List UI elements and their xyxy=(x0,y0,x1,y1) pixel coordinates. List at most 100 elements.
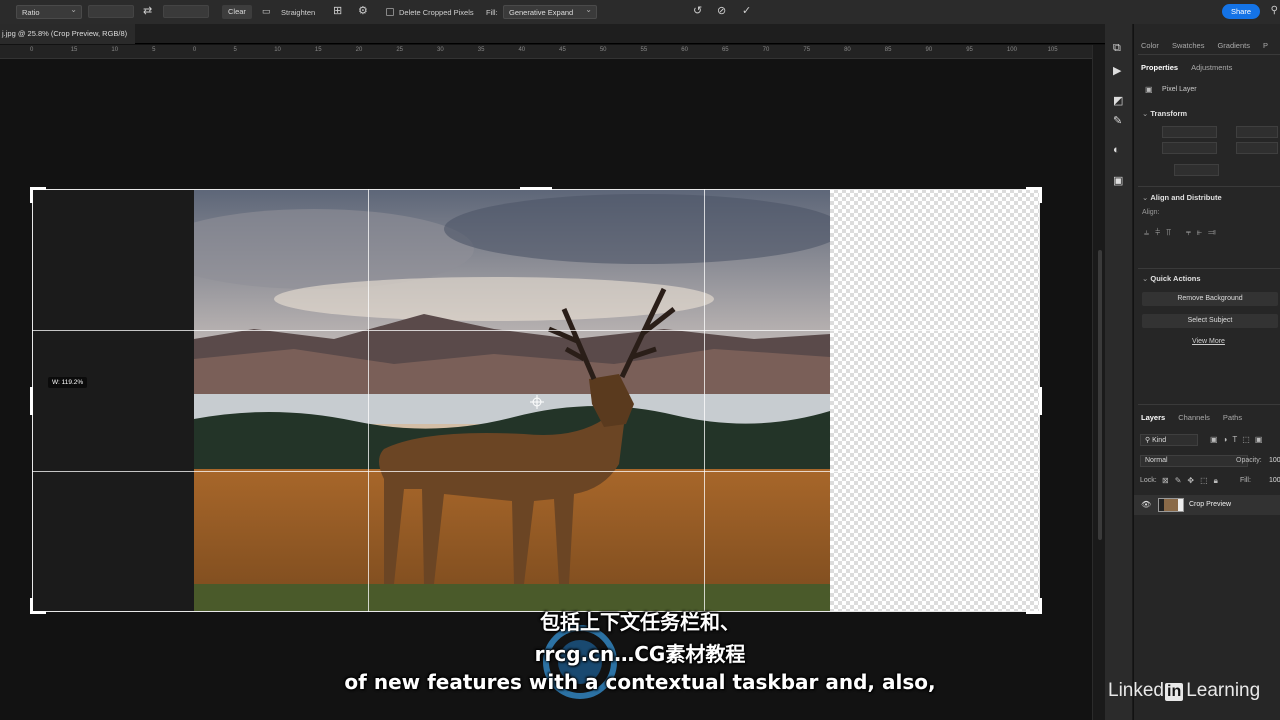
tab-layers[interactable]: Layers xyxy=(1134,408,1171,426)
align-section-title[interactable]: Align and Distribute xyxy=(1142,193,1221,202)
fill-label-layers: Fill: xyxy=(1240,477,1251,484)
photoshop-window: Ratio ⇄ Clear ▭ Straighten ⊞ ⚙ Delete Cr… xyxy=(0,0,1280,720)
ratio-width-field[interactable] xyxy=(88,5,134,18)
fill-label: Fill: xyxy=(486,8,498,17)
layer-row-crop-preview[interactable]: 👁︎ Crop Preview xyxy=(1134,495,1280,515)
adjust-icon[interactable]: ◩ xyxy=(1113,94,1123,107)
tab-channels[interactable]: Channels xyxy=(1171,408,1216,426)
ruler-tick-label: 10 xyxy=(111,47,119,53)
transform-y-field[interactable] xyxy=(1236,142,1278,154)
learning-logo-text: Learning xyxy=(1186,680,1261,701)
tab-swatches[interactable]: Swatches xyxy=(1165,36,1211,54)
layers-panel-tabs: Layers Channels Paths xyxy=(1134,408,1280,426)
crop-handle-right[interactable] xyxy=(1039,387,1042,415)
blend-mode-select[interactable]: Normal xyxy=(1140,455,1248,467)
crop-handle-top-left[interactable] xyxy=(30,187,33,203)
align-buttons-icon[interactable]: ⫨⫩⫪ ⫧⫦⫥ xyxy=(1144,227,1222,238)
library-icon[interactable]: ▣ xyxy=(1113,174,1123,187)
grid-overlay-icon[interactable]: ⊞ xyxy=(333,4,342,17)
ratio-height-field[interactable] xyxy=(163,5,209,18)
transform-angle-field[interactable] xyxy=(1174,164,1219,176)
transform-section-title[interactable]: Transform xyxy=(1142,109,1187,118)
crop-grid-line xyxy=(32,330,1040,331)
play-action-icon[interactable]: ▶ xyxy=(1113,64,1121,77)
document-tab-bar: j.jpg @ 25.8% (Crop Preview, RGB/8) xyxy=(0,24,1105,44)
share-button-label: Share xyxy=(1230,7,1251,16)
straighten-label[interactable]: Straighten xyxy=(281,8,315,17)
document-tab-title: j.jpg @ 25.8% (Crop Preview, RGB/8) xyxy=(2,29,128,38)
fill-select[interactable]: Generative Expand xyxy=(503,5,597,19)
crop-center-target-icon xyxy=(530,395,544,409)
color-wheel-icon[interactable]: ◐ xyxy=(1113,144,1120,156)
crop-box[interactable]: W: 119.2% xyxy=(30,187,1042,614)
clear-button[interactable]: Clear xyxy=(222,5,252,19)
search-icon[interactable]: ⚲ xyxy=(1271,5,1278,16)
ruler-tick-label: 25 xyxy=(396,47,404,53)
fill-value-layers[interactable]: 100 xyxy=(1269,477,1280,484)
options-bar: Ratio ⇄ Clear ▭ Straighten ⊞ ⚙ Delete Cr… xyxy=(0,0,1280,24)
tab-patterns[interactable]: P xyxy=(1256,36,1274,54)
tab-properties[interactable]: Properties xyxy=(1134,58,1184,76)
brush-icon[interactable]: ✎ xyxy=(1113,114,1122,127)
color-panel-tabs: Color Swatches Gradients P xyxy=(1134,36,1280,54)
ruler-tick-label: 35 xyxy=(477,47,485,53)
crop-handle-top[interactable] xyxy=(520,187,552,190)
layer-name[interactable]: Crop Preview xyxy=(1189,501,1231,508)
straighten-icon[interactable]: ▭ xyxy=(262,6,271,17)
gear-icon[interactable]: ⚙ xyxy=(358,4,368,17)
visibility-eye-icon[interactable]: 👁︎ xyxy=(1141,500,1151,509)
lock-label: Lock: xyxy=(1140,477,1157,484)
opacity-label: Opacity: xyxy=(1236,457,1262,464)
horizontal-ruler: 0 15 10 5 0 5 10 15 20 25 30 35 40 45 50 55 60 65 70 75 80 85… xyxy=(0,45,1092,59)
select-subject-button[interactable]: Select Subject xyxy=(1142,314,1278,328)
ruler-tick-label: 10 xyxy=(274,47,281,53)
vertical-scrollbar-thumb[interactable] xyxy=(1098,250,1102,540)
history-icon[interactable]: ⧉ xyxy=(1113,42,1121,55)
layer-filter-icons[interactable]: ▣◑T⬚▣ xyxy=(1210,435,1267,444)
ruler-tick-label: 70 xyxy=(762,47,770,53)
undo-icon[interactable]: ↺ xyxy=(693,4,702,17)
transform-h-field[interactable] xyxy=(1162,142,1217,154)
pixel-layer-icon: ▣ xyxy=(1145,85,1153,94)
crop-grid-line xyxy=(368,189,369,612)
subtitle-line-watermark: rrcg.cn…CG素材教程 xyxy=(534,642,746,666)
ruler-tick-label: 90 xyxy=(925,47,933,53)
ruler-tick-label: 15 xyxy=(314,47,322,53)
transform-w-field[interactable] xyxy=(1162,126,1217,138)
document-tab[interactable]: j.jpg @ 25.8% (Crop Preview, RGB/8) xyxy=(0,24,136,44)
quick-actions-section-title[interactable]: Quick Actions xyxy=(1142,274,1200,283)
layer-kind-filter[interactable]: ⚲ Kind xyxy=(1140,434,1198,446)
opacity-value[interactable]: 100 xyxy=(1269,457,1280,464)
ruler-tick-label: 5 xyxy=(152,47,156,53)
delete-cropped-checkbox[interactable] xyxy=(386,8,394,16)
subtitle-line-chinese: 包括上下文任务栏和、 xyxy=(540,610,740,634)
linkedin-in-box: in xyxy=(1165,683,1184,701)
layer-thumbnail xyxy=(1158,498,1184,512)
transform-x-field[interactable] xyxy=(1236,126,1278,138)
linkedin-learning-logo: Linked in Learning xyxy=(1108,680,1260,702)
lock-icons[interactable]: ⊠✎✥⬚🔒︎ xyxy=(1162,476,1224,486)
ruler-tick-label: 45 xyxy=(559,47,566,53)
swap-icon[interactable]: ⇄ xyxy=(143,4,152,17)
subtitle-line-english: of new features with a contextual taskba… xyxy=(344,670,936,694)
ruler-tick-label: 60 xyxy=(681,47,688,53)
tab-gradients[interactable]: Gradients xyxy=(1210,36,1256,54)
crop-handle-top-right[interactable] xyxy=(1039,187,1042,203)
commit-icon[interactable]: ✓ xyxy=(742,4,751,17)
cancel-icon[interactable]: ⊘ xyxy=(717,4,726,17)
panel-divider xyxy=(1138,268,1280,269)
remove-background-button[interactable]: Remove Background xyxy=(1142,292,1278,306)
crop-handle-left[interactable] xyxy=(30,387,33,415)
ruler-tick-label: 15 xyxy=(70,47,78,53)
view-more-link[interactable]: View More xyxy=(1192,338,1225,345)
linkedin-logo-text: Linked xyxy=(1108,680,1164,701)
ruler-tick-label: 5 xyxy=(233,47,237,53)
ratio-select-label: Ratio xyxy=(22,8,40,17)
tab-color[interactable]: Color xyxy=(1134,36,1165,54)
tab-paths[interactable]: Paths xyxy=(1216,408,1248,426)
ratio-select[interactable]: Ratio xyxy=(16,5,82,19)
share-button[interactable]: Share xyxy=(1222,4,1260,19)
tab-adjustments[interactable]: Adjustments xyxy=(1184,58,1238,76)
ruler-tick-label: 0 xyxy=(192,47,197,53)
ruler-tick-label: 75 xyxy=(803,47,811,53)
